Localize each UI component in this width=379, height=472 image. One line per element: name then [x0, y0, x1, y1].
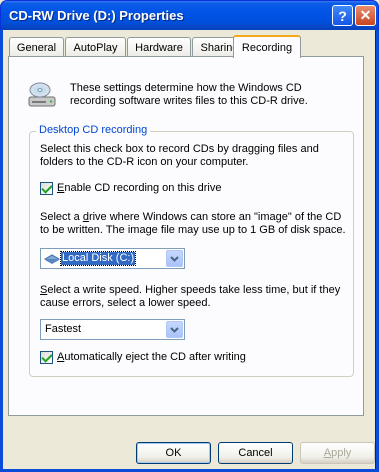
tab-label: Hardware	[135, 41, 183, 54]
close-button[interactable]: ✕	[355, 5, 376, 26]
enable-cd-recording-checkbox[interactable]	[40, 182, 53, 195]
mnemonic: A	[323, 447, 332, 459]
label-text: nable CD recording on this drive	[64, 182, 222, 194]
hard-disk-icon	[44, 254, 60, 264]
intro-text: These settings determine how the Windows…	[70, 82, 308, 107]
cd-drive-icon	[28, 82, 56, 107]
tab-label: General	[16, 41, 57, 54]
selected-value: Fastest	[45, 323, 82, 335]
text-part: Select a	[40, 211, 83, 223]
chevron-down-icon	[170, 255, 179, 262]
title-bar[interactable]: CD-RW Drive (D:) Properties ? ✕	[1, 1, 378, 31]
speed-description: Select a write speed. Higher speeds take…	[40, 284, 352, 310]
help-icon: ?	[338, 7, 347, 24]
help-button[interactable]: ?	[332, 5, 353, 26]
ok-button[interactable]: OK	[136, 442, 211, 464]
enable-cd-recording-label[interactable]: Enable CD recording on this drive	[57, 182, 221, 195]
dropdown-button[interactable]	[166, 321, 183, 338]
chevron-down-icon	[170, 326, 179, 333]
auto-eject-label[interactable]: Automatically eject the CD after writing	[57, 351, 246, 364]
window-title: CD-RW Drive (D:) Properties	[9, 8, 184, 23]
tab-general[interactable]: General	[9, 37, 64, 57]
auto-eject-checkbox[interactable]	[40, 351, 53, 364]
drive-description: Select a drive where Windows can store a…	[40, 211, 352, 237]
group-title: Desktop CD recording	[36, 124, 151, 136]
dropdown-button[interactable]	[166, 250, 183, 267]
tab-label: Recording	[241, 41, 293, 54]
group-description: Select this check box to record CDs by d…	[40, 143, 319, 168]
tab-recording[interactable]: Recording	[233, 35, 301, 58]
tab-autoplay[interactable]: AutoPlay	[65, 37, 126, 57]
label-text: utomatically eject the CD after writing	[64, 351, 246, 363]
cancel-button[interactable]: Cancel	[218, 442, 293, 464]
tab-label: AutoPlay	[73, 41, 118, 54]
close-icon: ✕	[359, 7, 372, 23]
text-part: elect a write speed. Higher speeds take …	[40, 284, 341, 309]
label-text: pply	[331, 447, 352, 459]
write-speed-select[interactable]: Fastest	[40, 319, 185, 340]
selected-value: Local Disk (C:)	[59, 251, 137, 266]
tab-hardware[interactable]: Hardware	[127, 37, 191, 57]
image-drive-select[interactable]: Local Disk (C:)	[40, 248, 185, 269]
apply-button[interactable]: Apply	[300, 442, 375, 464]
